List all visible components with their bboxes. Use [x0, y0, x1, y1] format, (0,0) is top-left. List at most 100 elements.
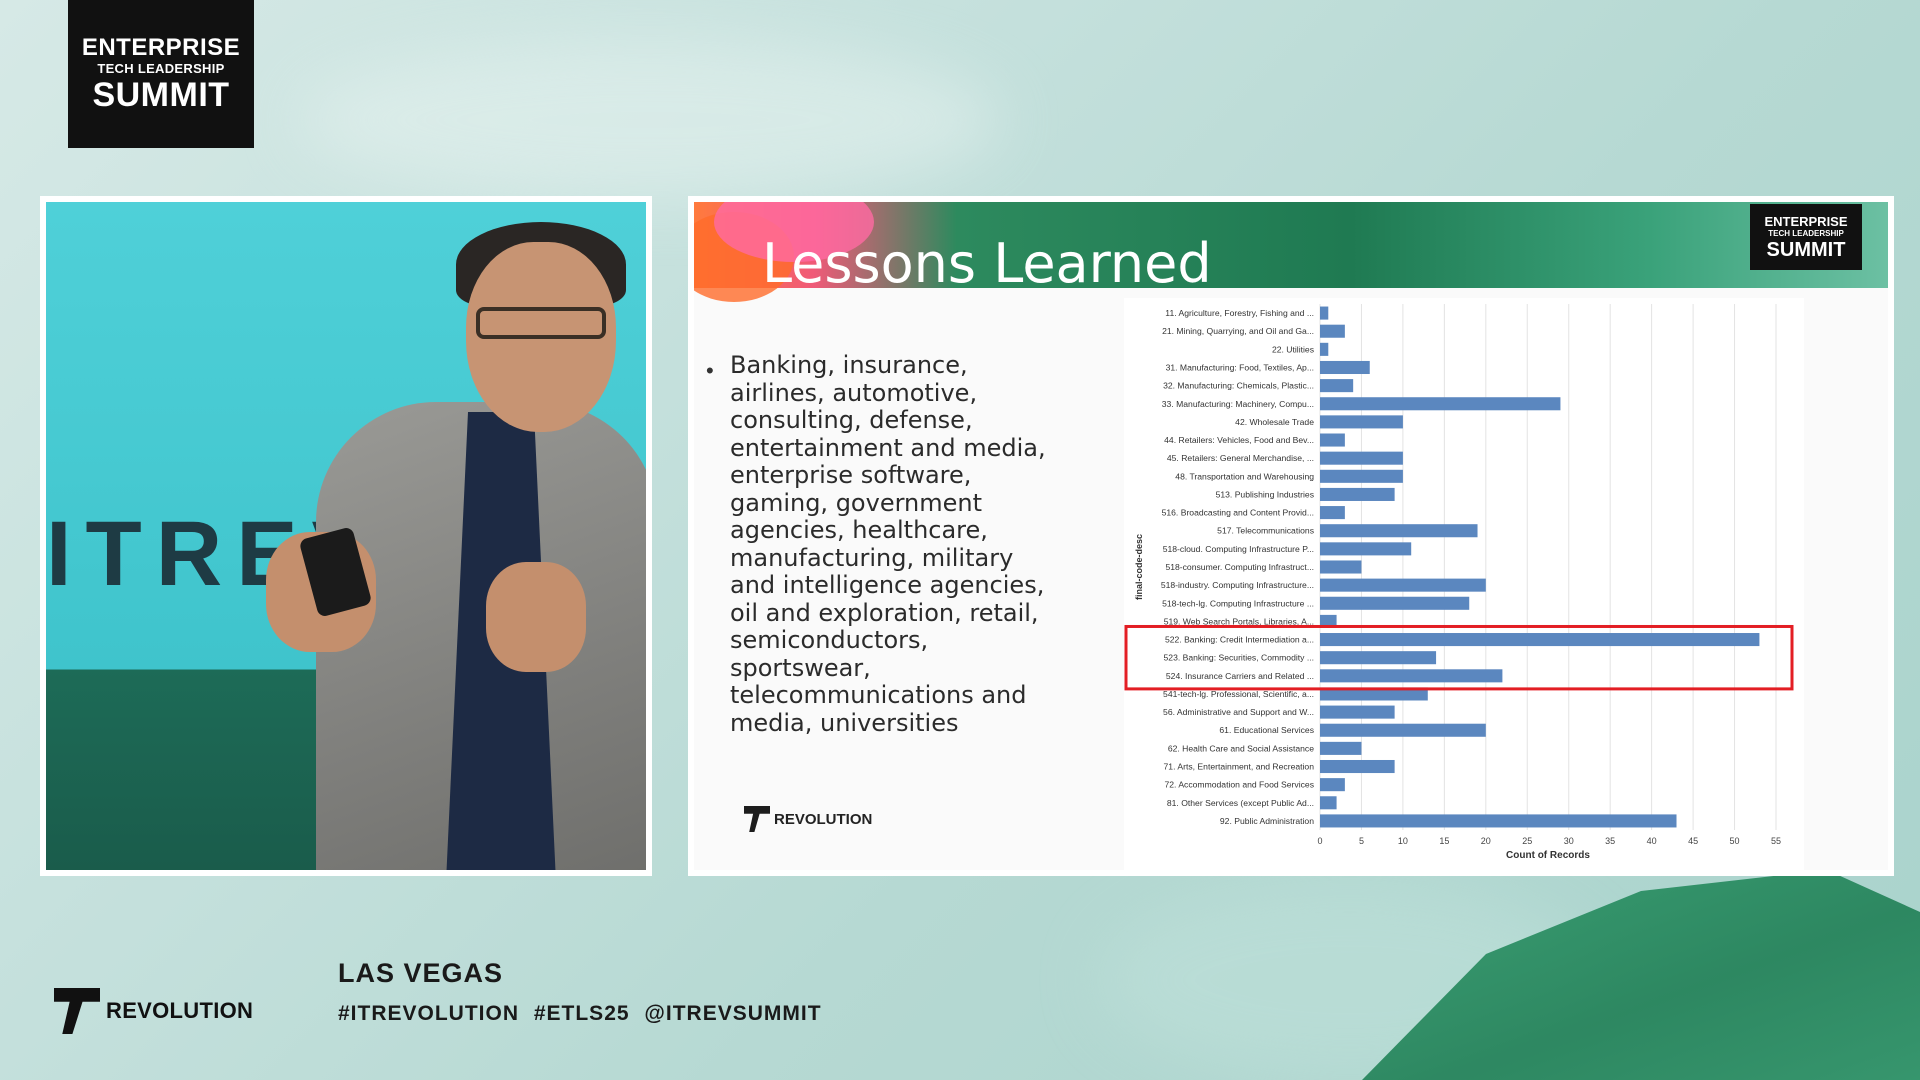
chart-x-tick-label: 10: [1398, 836, 1408, 846]
slide-logo-line1: ENTERPRISE: [1764, 213, 1848, 229]
chart-category-label: 32. Manufacturing: Chemicals, Plastic...: [1163, 381, 1314, 391]
event-logo: ENTERPRISE TECH LEADERSHIP SUMMIT: [68, 0, 254, 148]
chart-bar: [1320, 469, 1403, 483]
event-logo-line1: ENTERPRISE: [81, 34, 241, 61]
chart-category-label: 518-consumer. Computing Infrastruct...: [1165, 562, 1314, 572]
speaker-video: ITREV: [46, 202, 646, 870]
footer-hashtags: #ITREVOLUTION #ETLS25 @ITREVSUMMIT: [338, 1002, 822, 1025]
chart-bar: [1320, 669, 1503, 683]
chart-bar: [1320, 397, 1561, 411]
chart-bar: [1320, 433, 1345, 447]
chart-bar: [1320, 705, 1395, 719]
chart-bar: [1320, 596, 1470, 610]
chart-category-label: 518-industry. Computing Infrastructure..…: [1161, 580, 1314, 590]
chart-category-label: 45. Retailers: General Merchandise, ...: [1167, 453, 1314, 463]
presentation-slide-panel: Lessons Learned ENTERPRISE TECH LEADERSH…: [688, 196, 1894, 876]
speaker-right-hand: [486, 562, 586, 672]
chart-category-label: 21. Mining, Quarrying, and Oil and Ga...: [1162, 326, 1314, 336]
chart-bar: [1320, 415, 1403, 429]
chart-bar: [1320, 306, 1329, 320]
chart-category-label: 71. Arts, Entertainment, and Recreation: [1164, 762, 1315, 772]
event-logo-line3: SUMMIT: [92, 76, 230, 114]
chart-bar: [1320, 487, 1395, 501]
chart-svg: 0 5 10 15 20 25 30 35 40 45 50 55 11. Agriculture, F…: [1124, 304, 1794, 861]
slide-header-banner: Lessons Learned ENTERPRISE TECH LEADERSH…: [694, 202, 1888, 302]
chart-category-label: 522. Banking: Credit Intermediation a...: [1165, 635, 1314, 645]
slide-title: Lessons Learned: [762, 232, 1212, 295]
chart-category-label: 524. Insurance Carriers and Related ...: [1166, 671, 1314, 681]
chart-category-label: 62. Health Care and Social Assistance: [1168, 743, 1314, 753]
chart-bar: [1320, 578, 1486, 592]
chart-y-axis-title: final-code-desc: [1134, 534, 1144, 600]
bullet-marker: •: [706, 358, 714, 383]
chart-category-label: 513. Publishing Industries: [1216, 489, 1314, 499]
chart-bar: [1320, 542, 1412, 556]
chart-x-tick-label: 20: [1481, 836, 1491, 846]
chart-x-tick-label: 45: [1688, 836, 1698, 846]
chart-category-label: 11. Agriculture, Forestry, Fishing and .…: [1165, 308, 1314, 318]
chart-bar: [1320, 796, 1337, 810]
chart-bar: [1320, 723, 1486, 737]
chart-bar: [1320, 360, 1370, 375]
chart-category-label: 22. Utilities: [1272, 344, 1314, 354]
chart-bar: [1320, 759, 1395, 774]
footer-city: LAS VEGAS: [338, 958, 504, 988]
slide-event-logo: ENTERPRISE TECH LEADERSHIP SUMMIT: [1750, 204, 1862, 270]
chart-bar: [1320, 651, 1437, 665]
chart-bar: [1320, 741, 1362, 755]
chart-x-tick-label: 5: [1359, 836, 1364, 846]
chart-bar: [1320, 379, 1354, 393]
speaker-glasses: [476, 307, 606, 339]
slide-logo-line2: TECH LEADERSHIP: [1768, 228, 1844, 238]
chart-category-label: 48. Transportation and Warehousing: [1175, 471, 1314, 481]
slide-bullet-list: • Banking, insurance, airlines, automoti…: [706, 351, 1046, 737]
it-revolution-icon: [744, 806, 770, 832]
chart-x-tick-label: 30: [1564, 836, 1574, 846]
chart-bar: [1320, 342, 1329, 356]
chart-x-tick-label: 55: [1771, 836, 1781, 846]
background-swirl: [300, 40, 1000, 200]
slide-brand-text: REVOLUTION: [774, 810, 873, 828]
it-revolution-icon: [54, 988, 100, 1034]
chart-category-label: 44. Retailers: Vehicles, Food and Bev...: [1164, 435, 1314, 445]
chart-bar: [1320, 633, 1760, 647]
chart-bar: [1320, 324, 1345, 338]
footer-brand-text: REVOLUTION: [106, 998, 254, 1023]
chart-bar: [1320, 814, 1677, 828]
presentation-slide: Lessons Learned ENTERPRISE TECH LEADERSH…: [694, 202, 1888, 870]
chart-category-label: 92. Public Administration: [1220, 816, 1314, 826]
chart-category-label: 42. Wholesale Trade: [1235, 417, 1314, 427]
chart-x-tick-label: 25: [1522, 836, 1532, 846]
chart-category-label: 33. Manufacturing: Machinery, Compu...: [1162, 399, 1314, 409]
chart-bar: [1320, 451, 1403, 465]
chart-category-label: 518-cloud. Computing Infrastructure P...: [1163, 544, 1314, 554]
industry-bar-chart: 0 5 10 15 20 25 30 35 40 45 50 55 11. Agriculture, F…: [1124, 298, 1804, 870]
chart-category-label: 541-tech-lg. Professional, Scientific, a…: [1163, 689, 1314, 699]
chart-category-label: 519. Web Search Portals, Libraries, A...: [1164, 616, 1314, 626]
chart-x-tick-label: 0: [1317, 836, 1322, 846]
chart-category-label: 517. Telecommunications: [1217, 526, 1314, 536]
footer-brand-logo: REVOLUTION: [54, 988, 253, 1034]
chart-category-label: 31. Manufacturing: Food, Textiles, Ap...: [1166, 362, 1314, 372]
event-logo-line2: TECH LEADERSHIP: [97, 61, 225, 76]
chart-bar: [1320, 778, 1345, 792]
slide-logo-line3: SUMMIT: [1766, 238, 1846, 261]
chart-x-axis-title: Count of Records: [1506, 850, 1590, 861]
chart-category-label: 56. Administrative and Support and W...: [1163, 707, 1314, 717]
bullet-industries: Banking, insurance, airlines, automotive…: [730, 351, 1046, 737]
chart-bar: [1320, 524, 1478, 538]
slide-brand-logo: REVOLUTION: [744, 806, 872, 832]
chart-bar: [1320, 560, 1362, 574]
chart-category-label: 516. Broadcasting and Content Provid...: [1162, 508, 1314, 518]
chart-category-label: 518-tech-lg. Computing Infrastructure ..…: [1162, 598, 1314, 608]
chart-bar: [1320, 506, 1345, 520]
chart-category-label: 523. Banking: Securities, Commodity ...: [1164, 653, 1314, 663]
chart-category-label: 61. Educational Services: [1219, 725, 1314, 735]
chart-x-tick-label: 50: [1730, 836, 1740, 846]
chart-x-tick-label: 15: [1439, 836, 1449, 846]
speaker-video-panel: ITREV: [40, 196, 652, 876]
chart-x-tick-label: 40: [1647, 836, 1657, 846]
chart-category-label: 72. Accommodation and Food Services: [1164, 780, 1314, 790]
chart-category-label: 81. Other Services (except Public Ad...: [1167, 798, 1314, 808]
chart-x-tick-label: 35: [1605, 836, 1615, 846]
